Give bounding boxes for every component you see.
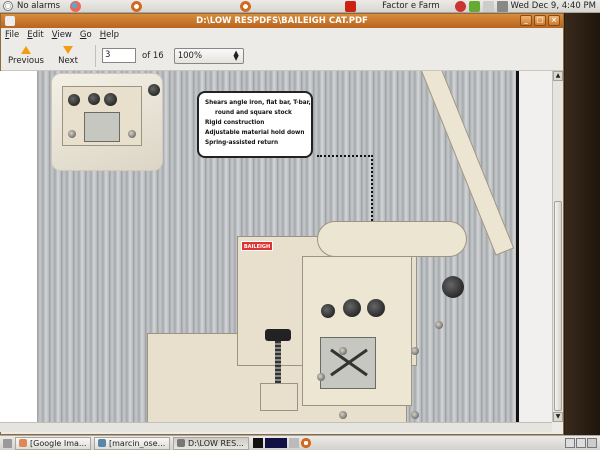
workspace-1[interactable] bbox=[565, 438, 575, 448]
next-label: Next bbox=[58, 55, 78, 66]
zoom-select[interactable]: 100% ▲ ▼ bbox=[173, 47, 244, 64]
menu-view[interactable]: View bbox=[52, 30, 72, 40]
page-margin-right bbox=[519, 71, 552, 422]
lever-link bbox=[317, 221, 467, 257]
arrow-up-icon bbox=[21, 45, 31, 54]
taskbar-task[interactable]: [Google Ima... bbox=[15, 436, 91, 450]
battery-icon[interactable] bbox=[482, 0, 494, 12]
scroll-up-icon[interactable]: ▲ bbox=[553, 71, 563, 81]
minimize-button[interactable]: _ bbox=[520, 15, 532, 26]
workspace-2[interactable] bbox=[576, 438, 586, 448]
alarm-applet[interactable]: No alarms bbox=[0, 0, 60, 13]
app-icon[interactable] bbox=[289, 438, 299, 448]
page-total-label: of 16 bbox=[142, 50, 164, 61]
firefox-icon[interactable] bbox=[70, 0, 82, 12]
task-label: D:\LOW RES... bbox=[188, 438, 244, 448]
callout-line: Shears angle iron, flat bar, T-bar, bbox=[205, 98, 311, 106]
previous-button[interactable]: Previous bbox=[5, 45, 47, 66]
maximize-button[interactable]: □ bbox=[534, 15, 546, 26]
user-name[interactable]: Factor e Farm bbox=[382, 1, 440, 11]
window-title: D:\LOW RESPDFS\BAILEIGH CAT.PDF bbox=[196, 16, 368, 26]
document-task-icon bbox=[177, 439, 185, 447]
taskbar-task-active[interactable]: D:\LOW RES... bbox=[173, 436, 249, 450]
pdf-page: Shears angle iron, flat bar, T-bar, roun… bbox=[37, 71, 516, 422]
ubuntu-icon[interactable] bbox=[131, 0, 143, 12]
alarm-label: No alarms bbox=[17, 1, 61, 11]
workspace-switcher[interactable] bbox=[565, 438, 597, 448]
close-button[interactable]: × bbox=[548, 15, 560, 26]
previous-label: Previous bbox=[8, 55, 44, 66]
top-panel: No alarms Factor e Farm Wed Dec 9, 4:40 … bbox=[0, 0, 600, 13]
clock-label[interactable]: Wed Dec 9, 4:40 PM bbox=[511, 1, 596, 11]
hold-down-knob bbox=[265, 329, 291, 341]
brand-label: BAILEIGH bbox=[241, 241, 273, 251]
page-number-input[interactable]: 3 bbox=[102, 48, 136, 63]
volume-icon[interactable] bbox=[496, 0, 508, 12]
ubuntu-icon-2[interactable] bbox=[240, 0, 252, 12]
firefox-task-icon bbox=[19, 439, 27, 447]
next-button[interactable]: Next bbox=[47, 45, 89, 66]
menu-bar: File Edit View Go Help bbox=[1, 28, 563, 41]
callout-line: Adjustable material hold down bbox=[205, 128, 305, 136]
toolbar: Previous Next 3 of 16 100% ▲ ▼ bbox=[1, 41, 563, 71]
ubuntu-tray-icon[interactable] bbox=[301, 438, 311, 448]
inset-photo bbox=[51, 73, 163, 171]
chat-task-icon bbox=[98, 439, 106, 447]
monitor-icon[interactable] bbox=[265, 438, 287, 448]
feature-callout: Shears angle iron, flat bar, T-bar, roun… bbox=[197, 91, 313, 158]
zoom-value: 100% bbox=[177, 50, 203, 61]
desktop-background bbox=[565, 13, 600, 435]
tray-icons bbox=[253, 438, 311, 448]
menu-edit[interactable]: Edit bbox=[27, 30, 43, 40]
terminal-icon[interactable] bbox=[253, 438, 263, 448]
show-desktop-icon[interactable] bbox=[3, 438, 12, 448]
callout-line: round and square stock bbox=[215, 108, 292, 116]
window-menu-icon[interactable] bbox=[5, 16, 15, 26]
task-label: [marcin_ose... bbox=[109, 438, 166, 448]
scroll-down-icon[interactable]: ▼ bbox=[553, 412, 563, 422]
alarm-clock-icon bbox=[3, 1, 13, 11]
callout-leader bbox=[317, 155, 373, 157]
taskbar-task[interactable]: [marcin_ose... bbox=[94, 436, 170, 450]
scroll-thumb[interactable] bbox=[554, 201, 562, 411]
window-titlebar[interactable]: D:\LOW RESPDFS\BAILEIGH CAT.PDF _ □ × bbox=[1, 14, 563, 28]
callout-line: Rigid construction bbox=[205, 118, 265, 126]
toolbar-separator bbox=[95, 44, 96, 67]
horizontal-scrollbar[interactable] bbox=[0, 422, 552, 432]
callout-line: Spring-assisted return bbox=[205, 138, 279, 146]
document-view[interactable]: Shears angle iron, flat bar, T-bar, roun… bbox=[0, 71, 552, 422]
mail-icon[interactable] bbox=[468, 0, 480, 12]
chat-icon[interactable] bbox=[454, 0, 466, 12]
menu-file[interactable]: File bbox=[5, 30, 19, 40]
menu-help[interactable]: Help bbox=[100, 30, 119, 40]
power-icon[interactable] bbox=[345, 0, 357, 12]
arrow-down-icon bbox=[63, 45, 73, 54]
trash-icon[interactable] bbox=[587, 438, 597, 448]
page-margin-left bbox=[0, 71, 37, 422]
vertical-scrollbar[interactable]: ▲ ▼ bbox=[552, 71, 563, 422]
spin-arrows-icon: ▲ ▼ bbox=[233, 48, 239, 62]
bottom-taskbar: [Google Ima... [marcin_ose... D:\LOW RES… bbox=[0, 435, 600, 450]
hold-down-bracket bbox=[260, 383, 298, 411]
menu-go[interactable]: Go bbox=[80, 30, 92, 40]
task-label: [Google Ima... bbox=[30, 438, 87, 448]
